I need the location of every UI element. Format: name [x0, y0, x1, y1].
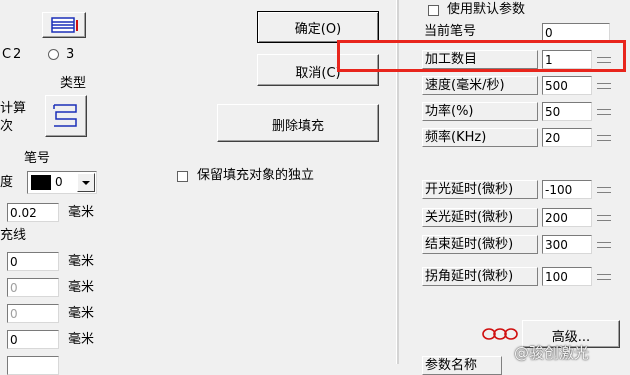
calc-label: 计算 [0, 101, 27, 116]
radio-3[interactable] [48, 49, 59, 60]
spacing-unit: 毫米 [68, 205, 95, 220]
chain-icon [482, 328, 518, 340]
offset-field-3[interactable]: 0 [7, 304, 59, 323]
delete-fill-button-label: 删除填充 [271, 119, 324, 134]
hatch-lines-icon [51, 17, 78, 33]
pen-color-swatch [31, 175, 51, 190]
pen-select[interactable]: 0 [27, 171, 97, 194]
use-default-checkbox[interactable] [428, 5, 439, 16]
spacing-field[interactable]: 0.02 [7, 203, 59, 222]
type-label: 类型 [60, 76, 87, 91]
offset-field-2[interactable]: 0 [7, 278, 59, 297]
param-label-frequency: 频率(KHz) [422, 128, 538, 147]
use-default-label: 使用默认参数 [447, 2, 526, 17]
radio-c-prefix: C [2, 47, 12, 62]
zigzag-fill-icon [53, 104, 77, 127]
keep-independent-checkbox[interactable] [177, 171, 188, 182]
fill-type-button[interactable] [45, 95, 87, 137]
pen-select-value: 0 [55, 175, 63, 189]
bottom-tab[interactable]: 参数名称 [422, 356, 502, 375]
param-label-corner-delay: 拐角延时(微秒) [422, 267, 538, 286]
current-pen-label: 当前笔号 [424, 24, 477, 39]
radio-3-label: 3 [66, 47, 75, 62]
pen-label: 笔号 [24, 151, 51, 166]
param-label-end-delay: 结束延时(微秒) [422, 235, 538, 254]
param-field-off-delay[interactable]: 200 [542, 208, 592, 227]
param-label-on-delay: 开光延时(微秒) [422, 180, 538, 199]
current-pen-field: 0 [542, 23, 610, 41]
param-spin-frequency[interactable] [594, 129, 614, 147]
fill-line-label: 充线 [0, 228, 27, 243]
keep-independent-label: 保留填充对象的独立 [197, 168, 315, 183]
param-field-frequency[interactable]: 20 [542, 128, 592, 147]
param-field-end-delay[interactable]: 300 [542, 235, 592, 254]
delete-fill-button[interactable]: 删除填充 [217, 104, 379, 142]
offset-field-5[interactable] [7, 356, 59, 375]
ok-button[interactable]: 确定(O) [257, 11, 379, 43]
chevron-down-icon[interactable] [77, 173, 95, 192]
offset-unit-2: 毫米 [68, 280, 95, 295]
radio-2-label: 2 [13, 47, 22, 62]
ok-button-label: 确定(O) [294, 22, 342, 37]
param-spin-speed[interactable] [594, 77, 614, 95]
highlight-box [337, 40, 626, 72]
offset-unit-1: 毫米 [68, 254, 95, 269]
offset-unit-4: 毫米 [68, 332, 95, 347]
param-spin-off-delay[interactable] [594, 209, 614, 227]
offset-field-4[interactable]: 0 [7, 330, 59, 349]
watermark: @骏创激光 [514, 344, 590, 362]
param-label-off-delay: 关光延时(微秒) [422, 208, 538, 227]
cancel-button-label: 取消(C) [295, 66, 341, 81]
param-spin-on-delay[interactable] [594, 181, 614, 199]
param-label-power: 功率(%) [422, 102, 538, 121]
param-field-power[interactable]: 50 [542, 102, 592, 121]
param-field-speed[interactable]: 500 [542, 76, 592, 95]
offset-field-1[interactable]: 0 [7, 252, 59, 271]
hatch-style-button[interactable] [42, 12, 86, 38]
times-label: 次 [0, 119, 14, 134]
param-spin-end-delay[interactable] [594, 236, 614, 254]
param-spin-corner-delay[interactable] [594, 268, 614, 286]
param-field-on-delay[interactable]: -100 [542, 180, 592, 199]
param-field-corner-delay[interactable]: 100 [542, 267, 592, 286]
offset-unit-3: 毫米 [68, 306, 95, 321]
param-spin-power[interactable] [594, 103, 614, 121]
param-label-speed: 速度(毫米/秒) [422, 76, 538, 95]
deg-label: 度 [0, 175, 14, 190]
